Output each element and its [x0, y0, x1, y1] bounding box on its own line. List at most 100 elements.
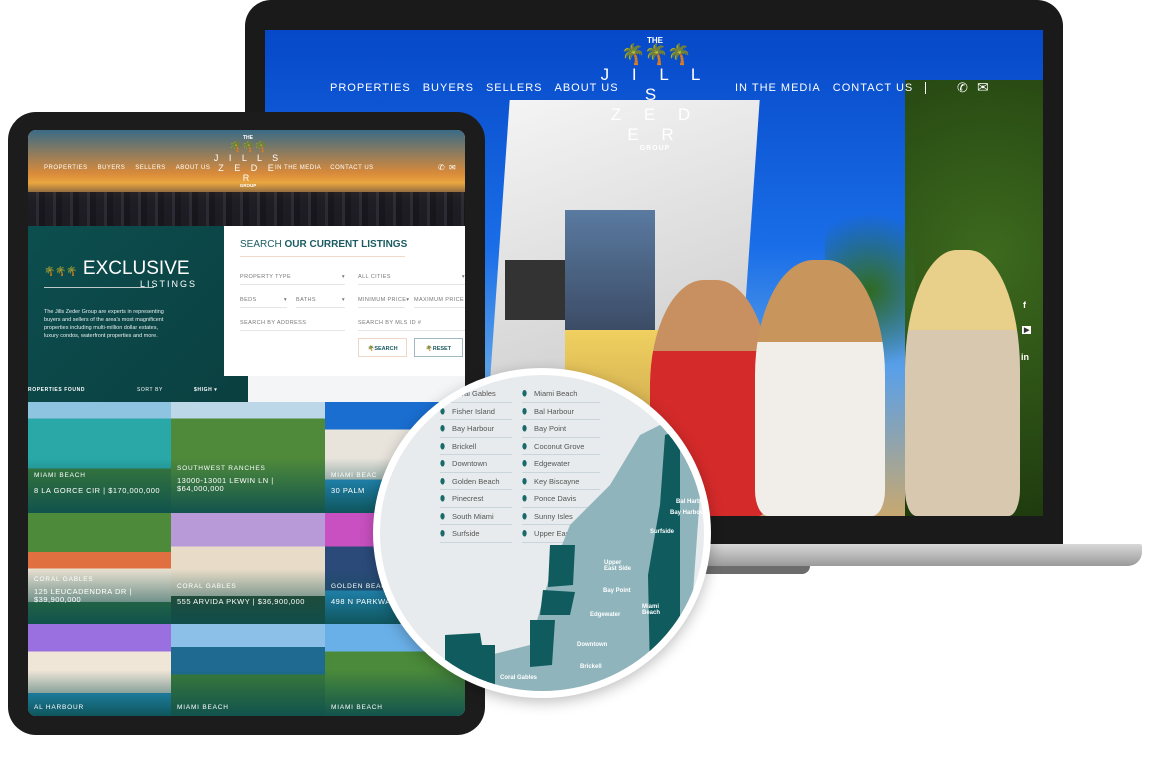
laptop-nav-left: PROPERTIES BUYERS SELLERS ABOUT US: [330, 82, 619, 94]
nav-divider: [925, 82, 926, 94]
nav-sellers[interactable]: SELLERS: [486, 82, 543, 94]
agent-photo-right: [905, 250, 1020, 516]
youtube-icon[interactable]: ▶: [1022, 326, 1032, 334]
exclusive-listings-panel: 🌴🌴🌴 EXCLUSIVE LISTINGS The Jills Zeder G…: [28, 226, 248, 402]
laptop-nav-right: IN THE MEDIA CONTACT US: [735, 82, 913, 94]
phone-icon[interactable]: ✆: [957, 80, 969, 96]
skyline-buildings: [28, 192, 465, 226]
beds-label: BEDS: [240, 297, 257, 303]
search-title-rule: [240, 256, 405, 257]
nav-properties[interactable]: PROPERTIES: [330, 82, 411, 94]
search-button[interactable]: 🌴SEARCH: [358, 338, 407, 357]
exclusive-subtitle: LISTINGS: [140, 279, 198, 289]
min-price-select[interactable]: MINIMUM PRICE▾: [358, 297, 409, 308]
tablet-nav-right: IN THE MEDIA CONTACT US: [275, 165, 374, 171]
sort-select[interactable]: $HIGH ▾: [194, 387, 217, 393]
listing-card[interactable]: AL HARBOUR: [28, 624, 171, 716]
listing-card[interactable]: CORAL GABLES 555 ARVIDA PKWY | $36,900,00…: [171, 513, 325, 624]
logo-zeder: Z E D E R: [218, 163, 278, 183]
chevron-down-icon: ▾: [283, 297, 287, 303]
mail-icon[interactable]: ✉: [449, 163, 456, 172]
hero-building-window: [565, 210, 655, 330]
map-label-surfside: Surfside: [650, 529, 675, 535]
nav-buyers[interactable]: BUYERS: [98, 165, 126, 171]
listing-card[interactable]: CORAL GABLES 125 LEUCADENDRA DR | $39,900,…: [28, 513, 171, 624]
search-listings-form: SEARCH OUR CURRENT LISTINGS PROPERTY TYP…: [224, 226, 465, 376]
laptop-logo[interactable]: THE 🌴🌴🌴 J I L L S Z E D E R GROUP: [595, 36, 715, 152]
max-price-select[interactable]: MAXIMUM PRICE: [414, 297, 465, 308]
map-downtown: [530, 620, 555, 667]
nav-contact-us[interactable]: CONTACT US: [833, 82, 914, 94]
phone-icon[interactable]: ✆: [438, 163, 445, 172]
nav-contact-us[interactable]: CONTACT US: [330, 165, 373, 171]
logo-jills: J I L L S: [213, 153, 283, 163]
listing-price: $39,900,000: [34, 595, 82, 604]
listing-city: MIAMI BEACH: [34, 472, 86, 479]
palm-trees-icon: 🌴🌴🌴: [228, 141, 268, 153]
mls-search-input[interactable]: SEARCH BY MLS ID #: [358, 320, 465, 331]
linkedin-icon[interactable]: in: [1021, 352, 1029, 362]
reset-button[interactable]: 🌴RESET: [414, 338, 463, 357]
exclusive-title: 🌴🌴🌴 EXCLUSIVE: [44, 258, 190, 280]
baths-label: BATHS: [296, 297, 316, 303]
beds-select[interactable]: BEDS ▾: [240, 297, 287, 308]
nav-sellers[interactable]: SELLERS: [135, 165, 166, 171]
address-search-input[interactable]: SEARCH BY ADDRESS: [240, 320, 345, 331]
map-upper-east-side: [548, 545, 575, 587]
property-type-select[interactable]: PROPERTY TYPE ▾: [240, 274, 345, 285]
all-cities-select[interactable]: ALL CITIES ▾: [358, 274, 465, 285]
property-type-label: PROPERTY TYPE: [240, 274, 292, 280]
max-price-label: MAXIMUM PRICE: [414, 297, 465, 303]
map-label-miami-beach: Miami Beach: [642, 604, 661, 616]
logo-zeder: Z E D E R: [610, 105, 700, 144]
listing-city: CORAL GABLES: [34, 576, 94, 583]
exclusive-description: The Jills Zeder Group are experts in rep…: [44, 309, 164, 339]
search-button-label: SEARCH: [374, 346, 398, 352]
chevron-down-icon: ▾: [461, 274, 465, 280]
search-title-light: SEARCH: [240, 239, 282, 250]
listing-city: MIAMI BEACH: [331, 704, 383, 711]
nav-buyers[interactable]: BUYERS: [423, 82, 474, 94]
hero-building-balcony: [505, 260, 565, 320]
sort-by-label: SORT BY: [137, 387, 163, 393]
map-label-upper-east-side: Upper East Side: [604, 560, 632, 572]
properties-found-count: ROPERTIES FOUND: [28, 387, 86, 393]
listing-city: MIAMI BEACH: [177, 704, 229, 711]
tablet-nav-left: PROPERTIES BUYERS SELLERS ABOUT US: [44, 165, 210, 171]
search-title: SEARCH OUR CURRENT LISTINGS: [240, 239, 407, 250]
neighborhood-map-magnifier: ⬮ Coral Gables ⬮ Fisher Island ⬮ Bay Harbour ⬮…: [373, 368, 711, 698]
listing-city: CORAL GABLES: [177, 583, 237, 590]
min-price-label: MINIMUM PRICE: [358, 297, 407, 303]
map-label-brickell: Brickell: [580, 664, 602, 670]
agent-photo-center: [755, 260, 885, 516]
map-label-bay-point: Bay Point: [603, 588, 631, 594]
chevron-down-icon: ▾: [341, 297, 345, 303]
baths-select[interactable]: BATHS ▾: [296, 297, 345, 308]
listing-card[interactable]: MIAMI BEACH 8 LA GORCE CIR | $170,000,000: [28, 402, 171, 513]
palm-trees-icon: 🌴🌴🌴: [44, 266, 78, 276]
nav-about-us[interactable]: ABOUT US: [176, 165, 211, 171]
nav-properties[interactable]: PROPERTIES: [44, 165, 88, 171]
map-coral-gables: [445, 633, 495, 691]
map-edgewater: [540, 590, 575, 615]
nav-in-the-media[interactable]: IN THE MEDIA: [735, 82, 821, 94]
listing-address: 555 ARVIDA PKWY | $36,900,000: [177, 597, 305, 606]
listing-card[interactable]: MIAMI BEACH: [171, 624, 325, 716]
search-title-bold: OUR CURRENT LISTINGS: [284, 239, 408, 250]
listing-address: 8 LA GORCE CIR | $170,000,000: [34, 486, 161, 495]
tablet-logo[interactable]: THE 🌴🌴🌴 J I L L S Z E D E R GROUP: [213, 135, 283, 188]
chevron-down-icon: ▾: [341, 274, 345, 280]
map-label-bay-harbour: Bay Harbour: [670, 510, 707, 516]
map-label-coral-gables: Coral Gables: [500, 675, 538, 681]
logo-group: GROUP: [239, 183, 257, 188]
sort-value: $HIGH: [194, 387, 213, 393]
map-label-edgewater: Edgewater: [590, 612, 621, 618]
listing-city: MIAMI BEAC: [331, 472, 378, 479]
listing-price: $64,000,000: [177, 484, 225, 493]
exclusive-title-text: EXCLUSIVE: [82, 258, 190, 279]
palm-icon: 🌴: [425, 346, 433, 352]
facebook-icon[interactable]: f: [1023, 300, 1026, 310]
palm-trees-icon: 🌴🌴🌴: [620, 44, 692, 66]
mail-icon[interactable]: ✉: [977, 79, 990, 96]
listing-card[interactable]: SOUTHWEST RANCHES 13000-13001 LEWIN LN | $…: [171, 402, 325, 513]
